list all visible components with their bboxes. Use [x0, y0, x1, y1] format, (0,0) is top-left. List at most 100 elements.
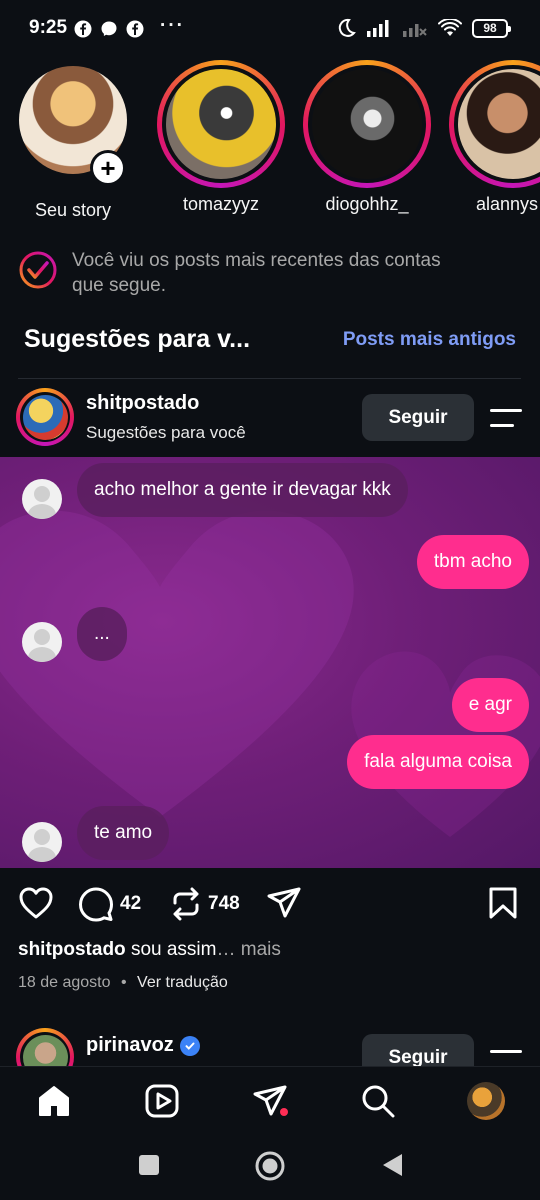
next-profile-picture	[22, 1034, 68, 1066]
home-circle-icon[interactable]	[254, 1150, 286, 1182]
story-name: diogohhz_	[325, 194, 409, 214]
caption-username[interactable]: shitpostado	[18, 939, 126, 960]
share-button[interactable]	[266, 886, 302, 920]
story-item[interactable]: tomazyyz	[156, 60, 286, 215]
home-icon	[39, 1086, 69, 1116]
back-triangle-icon[interactable]	[380, 1152, 404, 1178]
repost-count: 748	[208, 893, 240, 914]
caught-up-line2: que segue.	[72, 275, 167, 296]
unread-notification-dot	[280, 1108, 288, 1116]
status-notification-icons	[74, 20, 144, 38]
next-post-avatar[interactable]	[16, 1028, 74, 1066]
next-post-username-row[interactable]: pirinavoz	[86, 1034, 200, 1057]
all-caught-up-banner: Você viu os posts mais recentes das cont…	[18, 248, 528, 298]
incoming-message: te amo	[77, 806, 170, 860]
story-name: alannys	[476, 194, 539, 214]
battery-level: 98	[483, 21, 497, 35]
incoming-message: ...	[77, 607, 127, 661]
divider	[18, 378, 521, 379]
follow-button[interactable]: Seguir	[362, 394, 474, 441]
story-own[interactable]: + Seu story	[8, 60, 138, 220]
reels-icon	[145, 1084, 179, 1118]
post-date: 18 de agosto	[18, 974, 111, 991]
caption-more-link[interactable]: … mais	[216, 939, 280, 960]
facebook-icon	[126, 20, 144, 38]
next-follow-button[interactable]: Seguir	[362, 1034, 474, 1066]
caption-text: sou assim	[130, 939, 217, 960]
chat-avatar	[22, 822, 62, 862]
messenger-icon	[101, 21, 117, 36]
nav-search[interactable]	[358, 1081, 398, 1121]
post-header: shitpostado Sugestões para você Seguir	[16, 388, 526, 452]
next-post-username[interactable]: pirinavoz	[86, 1034, 174, 1057]
nav-profile[interactable]	[466, 1081, 506, 1121]
status-bar: 9:25 ··· 98	[0, 0, 540, 60]
post-username[interactable]: shitpostado	[86, 392, 199, 415]
post-caption[interactable]: shitpostado sou assim… mais	[18, 939, 281, 961]
like-button[interactable]	[18, 886, 54, 920]
story-name: Seu story	[34, 200, 112, 220]
story-ring	[449, 60, 540, 188]
facebook-icon	[74, 20, 92, 38]
search-icon	[362, 1085, 395, 1118]
caught-up-text: Você viu os posts mais recentes das cont…	[72, 248, 441, 298]
comment-button[interactable]: 42	[78, 886, 141, 922]
nav-direct[interactable]	[250, 1081, 290, 1121]
repost-button[interactable]: 748	[170, 886, 240, 922]
signal-no-service-icon	[403, 24, 427, 37]
add-story-plus-icon[interactable]: +	[90, 150, 126, 186]
stories-tray: + Seu story tomazyyz diogohhz_ alannys	[0, 60, 540, 220]
story-avatar	[458, 69, 540, 179]
profile-avatar	[467, 1082, 505, 1120]
story-avatar	[166, 69, 276, 179]
suggestions-header: Sugestões para v... Posts mais antigos	[24, 325, 516, 354]
outgoing-message: e agr	[451, 678, 529, 732]
wifi-icon	[438, 19, 462, 36]
heart-icon	[19, 887, 53, 919]
verified-badge-icon	[179, 1035, 200, 1056]
checkmark-circle-icon	[19, 251, 57, 289]
comment-icon	[79, 887, 113, 922]
battery-indicator: 98	[472, 18, 511, 38]
signal-icon	[367, 20, 389, 37]
next-post-header: pirinavoz Seguir	[16, 1026, 526, 1066]
story-name: tomazyyz	[182, 194, 260, 214]
story-item[interactable]: diogohhz_	[302, 60, 432, 215]
post-author-avatar[interactable]	[16, 388, 74, 446]
incoming-message: acho melhor a gente ir devagar kkk	[77, 463, 408, 517]
nav-home[interactable]	[34, 1081, 74, 1121]
meta-separator: •	[120, 974, 127, 991]
outgoing-message: fala alguma coisa	[347, 735, 529, 789]
do-not-disturb-moon-icon	[338, 18, 356, 37]
chat-avatar	[22, 622, 62, 662]
bookmark-icon	[489, 887, 517, 919]
story-avatar	[312, 69, 422, 179]
chat-avatar	[22, 479, 62, 519]
status-time: 9:25	[29, 17, 68, 38]
comment-count: 42	[120, 893, 142, 914]
send-icon	[267, 887, 301, 918]
status-right-icons: 98	[336, 18, 511, 38]
post-options-icon[interactable]	[490, 408, 522, 428]
older-posts-link[interactable]: Posts mais antigos	[343, 329, 516, 351]
save-button[interactable]	[488, 886, 518, 920]
bottom-navigation	[0, 1066, 540, 1132]
caught-up-line1: Você viu os posts mais recentes das cont…	[72, 250, 441, 271]
translate-link[interactable]: Ver tradução	[137, 974, 228, 991]
suggestions-title: Sugestões para v...	[24, 325, 251, 353]
story-ring	[157, 60, 285, 188]
outgoing-message: tbm acho	[416, 535, 529, 589]
story-item[interactable]: alannys	[448, 60, 540, 215]
repost-icon	[173, 887, 199, 921]
post-meta: 18 de agosto • Ver tradução	[18, 974, 228, 992]
recent-apps-square-icon[interactable]	[138, 1154, 160, 1176]
story-ring	[303, 60, 431, 188]
next-post-options-icon[interactable]	[490, 1050, 522, 1053]
nav-reels[interactable]	[142, 1081, 182, 1121]
post-suggestion-label: Sugestões para você	[86, 423, 246, 442]
status-more-notifications: ···	[160, 15, 185, 36]
author-profile-picture	[22, 394, 68, 440]
post-image[interactable]: acho melhor a gente ir devagar kkk tbm a…	[0, 457, 540, 868]
system-navigation-bar	[0, 1132, 540, 1200]
post-actions: 42 748	[0, 878, 540, 930]
